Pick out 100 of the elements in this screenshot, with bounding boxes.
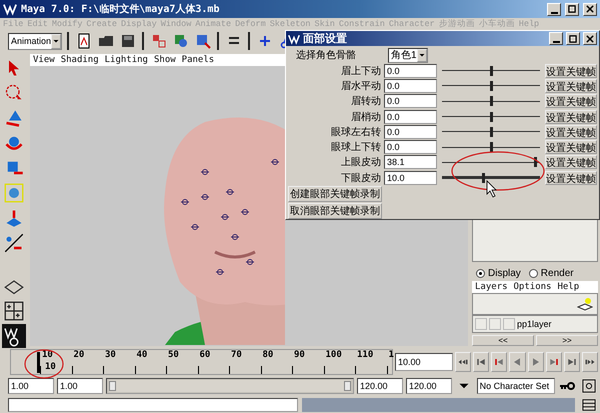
slider-label: 眼球左右转 [330,126,382,139]
nav-button[interactable]: >> [536,335,598,346]
close-icon [585,34,595,44]
slider-thumb[interactable] [490,112,494,122]
slider-thumb[interactable] [490,80,494,91]
maya-logo-icon [3,2,17,16]
close-icon [585,4,595,14]
rig-dropdown[interactable]: 角色1 [388,48,428,62]
set-key-button[interactable]: 设置关键帧 [545,64,597,78]
maximize-button[interactable] [565,2,579,16]
set-key-button[interactable]: 设置关键帧 [545,140,597,154]
character-set-field[interactable]: No Character Set [476,378,555,394]
maximize-button[interactable] [566,32,580,45]
range-slider[interactable] [106,378,354,394]
frame-number: 100 [324,350,343,360]
value-field[interactable]: 10.0 [384,170,438,185]
minimize-icon [552,41,560,43]
minimize-icon [550,12,558,14]
layer-mode-radio[interactable]: Render [528,268,574,278]
new-layer-icon [576,296,592,312]
manipulator-icon [4,232,24,252]
slider-label: 眉上下动 [340,64,382,78]
skip-to-end-button[interactable] [582,352,598,372]
four-pane-button[interactable] [2,299,26,322]
menu-item[interactable]: Panels [182,55,214,65]
frame-number: 80 [262,350,274,360]
slider-thumb[interactable] [490,142,494,152]
menu-item[interactable]: Help [557,282,580,292]
end-time-field[interactable]: 120.00 [406,378,452,394]
universal-manipulator-icon [4,182,24,202]
set-key-button[interactable]: 设置关键帧 [545,78,597,93]
layer-name: pp1layer [517,319,553,329]
slider-track[interactable] [442,112,540,122]
close-button[interactable] [583,32,597,45]
play-backward-button[interactable] [509,352,526,372]
value-field[interactable]: 0.0 [384,94,438,108]
play-button[interactable] [528,352,544,372]
set-key-button[interactable]: 设置关键帧 [545,94,597,108]
frame-number: 60 [198,350,212,360]
slider-track[interactable] [442,80,540,91]
layer-row[interactable]: pp1layer [472,315,598,333]
step-forward-key-button[interactable] [564,352,580,372]
value-field[interactable]: 0.0 [384,78,438,93]
slider-track[interactable] [442,142,540,152]
playback-end-field[interactable]: 120.00 [356,378,403,394]
frame-number: 110 [356,350,374,360]
slider-track[interactable] [442,96,540,106]
maximize-icon [567,4,577,14]
slider-thumb[interactable] [490,66,494,76]
maximize-icon [568,34,578,44]
close-button[interactable] [583,2,597,16]
mouse-cursor-icon [486,180,497,198]
command-line-field[interactable] [8,398,298,412]
menu-item[interactable]: Lighting [104,55,148,65]
step-back-key-icon [475,356,488,368]
skip-to-start-button[interactable] [455,352,472,372]
slider-track[interactable] [442,172,540,183]
slider-label: 眉转动 [350,95,382,108]
value-field[interactable]: 38.1 [384,155,438,170]
current-time-marker[interactable] [36,352,40,373]
step-forward-key-icon [566,356,578,368]
slider-thumb[interactable] [490,126,494,137]
record-button[interactable]: 创建眼部关键帧录制 [288,186,382,202]
step-back-frame-button[interactable] [491,352,508,372]
slider-track[interactable] [442,66,540,76]
menu-item[interactable]: Show [154,55,176,65]
value-field[interactable]: 0.0 [384,124,438,139]
menu-item[interactable]: Options [514,282,552,292]
current-time-field[interactable]: 10.00 [395,353,453,371]
value-field[interactable]: 0.0 [384,110,438,124]
minimize-button[interactable] [549,32,563,45]
set-key-button[interactable]: 设置关键帧 [545,170,597,185]
menu-set-dropdown[interactable]: Animation [8,32,62,50]
universal-manipulator-button[interactable] [2,181,26,204]
color-box[interactable] [503,318,515,330]
record-button[interactable]: 取消眼部关键帧录制 [288,203,382,220]
set-key-button[interactable]: 设置关键帧 [545,110,597,124]
slider-track[interactable] [442,157,540,168]
menu-item[interactable]: Layers [475,282,508,292]
layer-mode-radio[interactable]: Display [476,268,521,278]
menu-item[interactable]: Shading [60,55,99,65]
slider-thumb[interactable] [482,172,486,183]
step-forward-frame-button[interactable] [546,352,562,372]
playback-start-field[interactable]: 1.00 [57,378,103,394]
set-key-button[interactable]: 设置关键帧 [545,124,597,139]
highlight-ellipse [24,349,64,379]
dropdown-arrow-icon [52,37,60,45]
value-field[interactable]: 0.0 [384,140,438,154]
nav-button[interactable]: << [472,335,534,346]
menu-item[interactable]: View [33,55,55,65]
slider-track[interactable] [442,126,540,137]
minimize-button[interactable] [547,2,561,16]
value-field[interactable]: 0.0 [384,64,438,78]
start-time-field[interactable]: 1.00 [8,378,54,394]
set-key-button[interactable]: 设置关键帧 [545,155,597,170]
slider-thumb[interactable] [490,96,494,106]
manipulator-button[interactable] [2,231,26,254]
slider-label: 下眼皮动 [340,172,382,185]
slider-thumb[interactable] [534,157,538,168]
step-back-key-button[interactable] [473,352,490,372]
